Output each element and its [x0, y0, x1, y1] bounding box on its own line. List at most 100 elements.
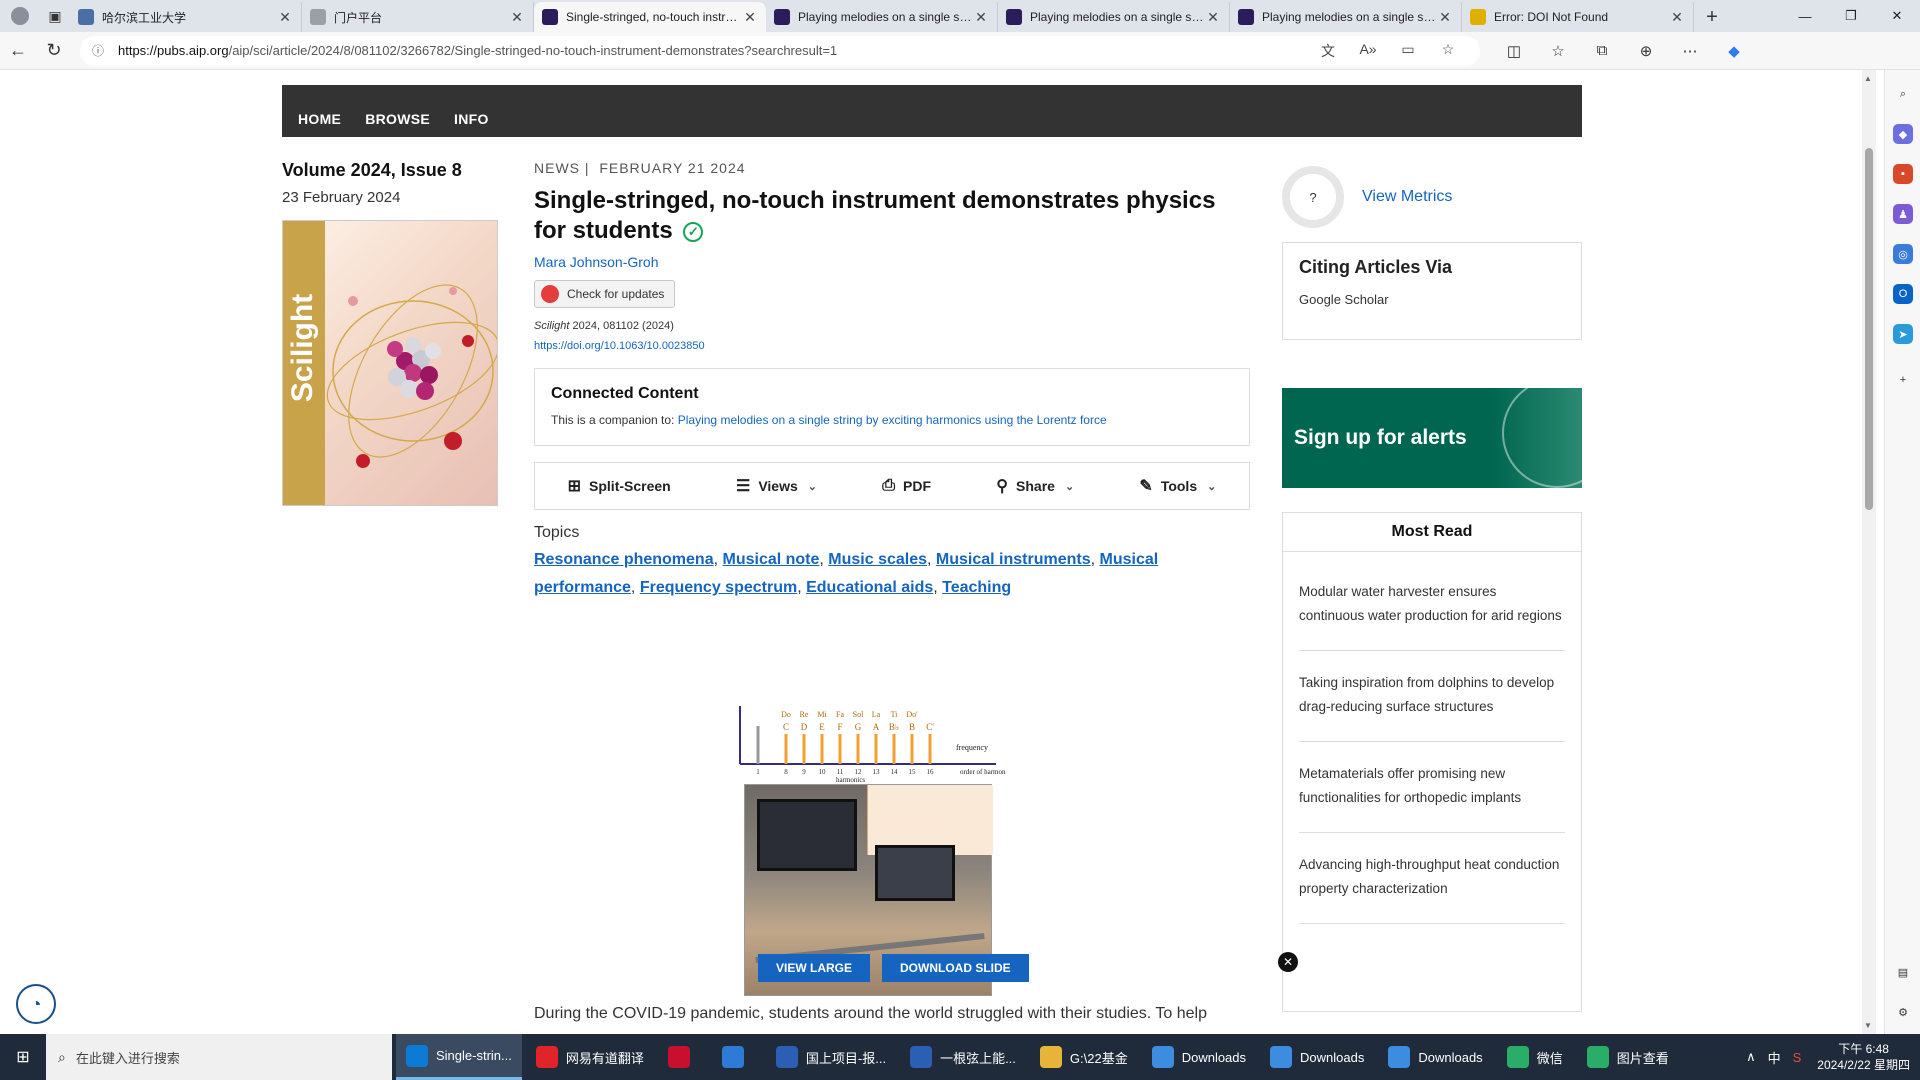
- taskbar-app[interactable]: Downloads: [1260, 1034, 1374, 1080]
- start-button[interactable]: ⊞: [0, 1034, 46, 1080]
- browser-tab[interactable]: Error: DOI Not Found ✕: [1462, 2, 1694, 32]
- favorite-star-icon[interactable]: ☆: [1428, 41, 1468, 61]
- refresh-button[interactable]: ↻: [36, 35, 72, 67]
- tab-close-icon[interactable]: ✕: [509, 9, 525, 26]
- topic-link[interactable]: Resonance phenomena: [534, 551, 714, 568]
- translate-icon[interactable]: 文: [1308, 41, 1348, 61]
- taskbar-app[interactable]: 网易有道翻译: [526, 1034, 654, 1080]
- topic-link[interactable]: Musical instruments: [936, 551, 1091, 568]
- article-author[interactable]: Mara Johnson-Groh: [534, 254, 1252, 270]
- close-popup-icon[interactable]: ✕: [1278, 952, 1298, 972]
- topic-link[interactable]: Frequency spectrum: [640, 579, 797, 596]
- profile-avatar[interactable]: [0, 0, 40, 32]
- altmetric-badge[interactable]: ?: [1282, 166, 1344, 228]
- taskbar-app[interactable]: 一根弦上能...: [900, 1034, 1026, 1080]
- copilot-icon[interactable]: ◆: [1712, 42, 1756, 60]
- tool-split-screen[interactable]: ⊞ Split-Screen: [568, 476, 671, 496]
- tool-share[interactable]: ⚲ Share ⌄: [996, 476, 1074, 496]
- ime-indicator[interactable]: 中: [1768, 1048, 1781, 1067]
- taskbar-app[interactable]: Downloads: [1142, 1034, 1256, 1080]
- taskbar-app[interactable]: 国上项目-报...: [766, 1034, 896, 1080]
- scroll-down-arrow[interactable]: ▼: [1864, 1021, 1872, 1030]
- browser-tab[interactable]: Playing melodies on a single str... ✕: [998, 2, 1230, 32]
- tab-close-icon[interactable]: ✕: [742, 9, 758, 26]
- scroll-up-arrow[interactable]: ▲: [1864, 74, 1872, 83]
- most-read-item[interactable]: Advancing high-throughput heat conductio…: [1299, 833, 1565, 924]
- tool-tools[interactable]: ✎ Tools ⌄: [1139, 476, 1216, 496]
- journal-cover[interactable]: Scilight: [282, 220, 498, 506]
- tool-pdf[interactable]: ⎙ PDF: [882, 477, 931, 495]
- restore-button[interactable]: ❐: [1828, 0, 1874, 32]
- sidebar-screenshot-icon[interactable]: ▤: [1893, 962, 1913, 982]
- sidebar-outlook-icon[interactable]: O: [1893, 284, 1913, 304]
- signup-alerts-banner[interactable]: Sign up for alerts: [1282, 388, 1582, 488]
- minimize-button[interactable]: —: [1782, 0, 1828, 32]
- sidebar-office-icon[interactable]: ◎: [1893, 244, 1913, 264]
- tab-close-icon[interactable]: ✕: [1205, 9, 1221, 26]
- tab-close-icon[interactable]: ✕: [973, 9, 989, 26]
- cookie-settings-icon[interactable]: ◔: [16, 984, 56, 1024]
- issue-volume[interactable]: Volume 2024, Issue 8: [282, 160, 502, 181]
- sidebar-send-icon[interactable]: ➤: [1893, 324, 1913, 344]
- sidebar-shopping-icon[interactable]: ◆: [1893, 124, 1913, 144]
- browser-tab[interactable]: Single-stringed, no-touch instru... ✕: [534, 2, 766, 32]
- sidebar-search-icon[interactable]: ⌕: [1893, 84, 1913, 104]
- taskbar-app[interactable]: Downloads: [1378, 1034, 1492, 1080]
- tab-close-icon[interactable]: ✕: [1437, 9, 1453, 26]
- doi-link[interactable]: https://doi.org/10.1063/10.0023850: [534, 340, 1252, 352]
- new-tab-button[interactable]: +: [1694, 2, 1730, 32]
- google-scholar-link[interactable]: Google Scholar: [1299, 292, 1565, 307]
- address-bar[interactable]: ⓘ https://pubs.aip.org/aip/sci/article/2…: [80, 35, 1480, 66]
- tab-close-icon[interactable]: ✕: [1669, 9, 1685, 26]
- extensions-icon[interactable]: ⊕: [1624, 42, 1668, 60]
- close-window-button[interactable]: ✕: [1874, 0, 1920, 32]
- sidebar-games-icon[interactable]: ♟: [1893, 204, 1913, 224]
- more-menu-icon[interactable]: ⋯: [1668, 42, 1712, 60]
- nav-info[interactable]: INFO: [454, 111, 489, 127]
- tab-actions-icon[interactable]: ▣: [40, 0, 70, 32]
- topic-link[interactable]: Music scales: [828, 551, 927, 568]
- site-info-icon[interactable]: ⓘ: [92, 42, 106, 59]
- collections-icon[interactable]: ⧉: [1580, 42, 1624, 60]
- scrollbar-thumb[interactable]: [1865, 148, 1873, 510]
- article-figure[interactable]: C D E F G A B♭ B C' Do Re Mi Fa Sol La Ti Do' 1 8 9 10 11 12 13…: [736, 706, 1006, 996]
- view-metrics-link[interactable]: View Metrics: [1362, 188, 1452, 206]
- check-for-updates-button[interactable]: Check for updates: [534, 280, 676, 308]
- browser-tab[interactable]: Playing melodies on a single str... ✕: [1230, 2, 1462, 32]
- most-read-item[interactable]: Modular water harvester ensures continuo…: [1299, 552, 1565, 651]
- tab-close-icon[interactable]: ✕: [277, 9, 293, 26]
- read-aloud-icon[interactable]: A»: [1348, 41, 1388, 61]
- taskbar-app[interactable]: Single-strin...: [396, 1034, 522, 1080]
- topic-link[interactable]: Educational aids: [806, 579, 933, 596]
- taskbar-app[interactable]: [712, 1034, 762, 1080]
- nav-browse[interactable]: BROWSE: [365, 111, 430, 127]
- companion-article-link[interactable]: Playing melodies on a single string by e…: [678, 413, 1107, 427]
- tray-overflow-icon[interactable]: ∧: [1746, 1049, 1756, 1065]
- taskbar-app[interactable]: 微信: [1497, 1034, 1573, 1080]
- back-button[interactable]: ←: [0, 35, 36, 67]
- immersive-reader-icon[interactable]: ▭: [1388, 41, 1428, 61]
- taskbar-app[interactable]: G:\22基金: [1030, 1034, 1138, 1080]
- most-read-item[interactable]: Metamaterials offer promising new functi…: [1299, 742, 1565, 833]
- topic-link[interactable]: Musical note: [723, 551, 820, 568]
- download-slide-button[interactable]: DOWNLOAD SLIDE: [882, 954, 1029, 982]
- tool-views[interactable]: ☰ Views ⌄: [736, 476, 817, 496]
- taskbar-search[interactable]: ⌕ 在此键入进行搜索: [46, 1034, 392, 1080]
- most-read-item[interactable]: Taking inspiration from dolphins to deve…: [1299, 651, 1565, 742]
- taskbar-app[interactable]: 图片查看: [1577, 1034, 1679, 1080]
- browser-tab[interactable]: 门户平台 ✕: [302, 2, 534, 32]
- view-large-button[interactable]: VIEW LARGE: [758, 954, 871, 982]
- nav-home[interactable]: HOME: [298, 111, 341, 127]
- sidebar-tools-icon[interactable]: ▪: [1893, 164, 1913, 184]
- topic-link[interactable]: Teaching: [942, 579, 1011, 596]
- input-method-icon[interactable]: S: [1793, 1050, 1802, 1065]
- taskbar-app[interactable]: [658, 1034, 708, 1080]
- page-scrollbar[interactable]: ▲ ▼: [1862, 70, 1876, 1034]
- sidebar-add-icon[interactable]: +: [1893, 370, 1913, 390]
- split-view-icon[interactable]: ◫: [1492, 42, 1536, 60]
- browser-tab[interactable]: 哈尔滨工业大学 ✕: [70, 2, 302, 32]
- favorites-icon[interactable]: ☆: [1536, 42, 1580, 60]
- browser-tab[interactable]: Playing melodies on a single str... ✕: [766, 2, 998, 32]
- system-clock[interactable]: 下午 6:48 2024/2/22 星期四: [1817, 1041, 1910, 1073]
- sidebar-settings-icon[interactable]: ⚙: [1893, 1002, 1913, 1022]
